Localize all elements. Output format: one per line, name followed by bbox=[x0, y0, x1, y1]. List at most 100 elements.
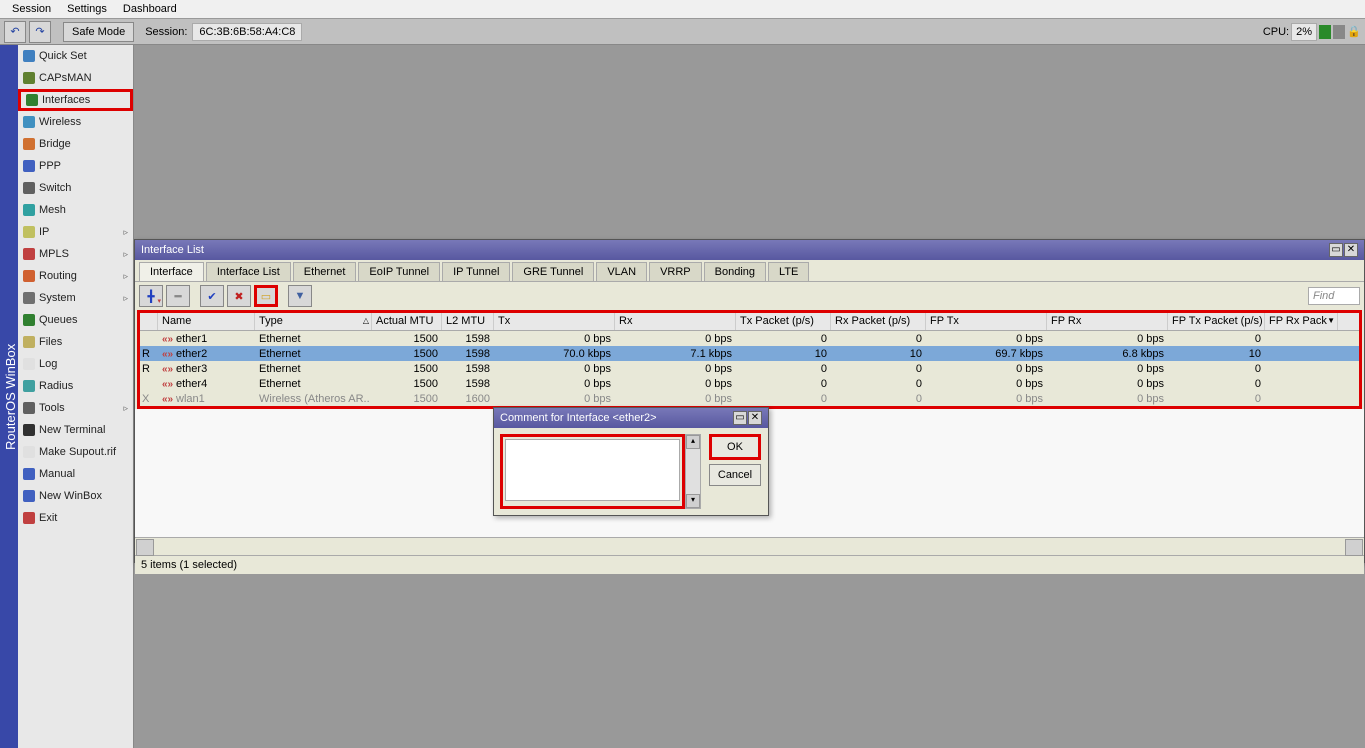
tab-vrrp[interactable]: VRRP bbox=[649, 262, 702, 281]
menu-settings[interactable]: Settings bbox=[59, 1, 115, 17]
filter-button[interactable]: ▼ bbox=[288, 285, 312, 307]
row-fptxp: 0 bbox=[1168, 333, 1265, 345]
disable-button[interactable]: ✖ bbox=[227, 285, 251, 307]
sidebar-item-label: MPLS bbox=[39, 248, 69, 260]
tab-lte[interactable]: LTE bbox=[768, 262, 809, 281]
add-button[interactable]: ╋▾ bbox=[139, 285, 163, 307]
sidebar-item-label: PPP bbox=[39, 160, 61, 172]
comment-button[interactable]: ▭ bbox=[254, 285, 278, 307]
sidebar-item-mpls[interactable]: MPLS ▹ bbox=[18, 243, 133, 265]
remove-button[interactable]: ━ bbox=[166, 285, 190, 307]
window-close-button[interactable]: ✕ bbox=[1344, 243, 1358, 257]
sidebar-item-quick-set[interactable]: Quick Set bbox=[18, 45, 133, 67]
tab-interface-list[interactable]: Interface List bbox=[206, 262, 291, 281]
col-type[interactable]: Type△ bbox=[255, 313, 372, 330]
row-fprx: 0 bps bbox=[1047, 393, 1168, 405]
sidebar-item-system[interactable]: System▹ bbox=[18, 287, 133, 309]
tab-gre-tunnel[interactable]: GRE Tunnel bbox=[512, 262, 594, 281]
row-fprx: 0 bps bbox=[1047, 378, 1168, 390]
textarea-scrollbar[interactable]: ▴▾ bbox=[685, 434, 701, 509]
col-fptxp[interactable]: FP Tx Packet (p/s) bbox=[1168, 313, 1265, 330]
scroll-down-icon[interactable]: ▾ bbox=[686, 494, 700, 508]
undo-button[interactable]: ↶ bbox=[4, 21, 26, 43]
sidebar-item-exit[interactable]: Exit bbox=[18, 507, 133, 529]
sidebar-item-log[interactable]: Log bbox=[18, 353, 133, 375]
col-fprx[interactable]: FP Rx bbox=[1047, 313, 1168, 330]
table-row[interactable]: X«»wlan1Wireless (Atheros AR..150016000 … bbox=[140, 391, 1359, 406]
row-fptx: 0 bps bbox=[926, 363, 1047, 375]
table-row[interactable]: «»ether1Ethernet150015980 bps0 bps000 bp… bbox=[140, 331, 1359, 346]
sidebar-icon bbox=[23, 380, 35, 392]
dialog-minimize-button[interactable]: ▭ bbox=[733, 411, 747, 425]
safemode-button[interactable]: Safe Mode bbox=[63, 22, 134, 42]
col-fptx[interactable]: FP Tx bbox=[926, 313, 1047, 330]
sidebar-item-tools[interactable]: Tools▹ bbox=[18, 397, 133, 419]
interface-icon: «» bbox=[162, 349, 176, 360]
comment-textarea[interactable] bbox=[505, 439, 680, 501]
menu-dashboard[interactable]: Dashboard bbox=[115, 1, 185, 17]
tab-ethernet[interactable]: Ethernet bbox=[293, 262, 357, 281]
row-rxp: 10 bbox=[831, 348, 926, 360]
row-rxp: 0 bbox=[831, 378, 926, 390]
sidebar-item-manual[interactable]: Manual bbox=[18, 463, 133, 485]
table-row[interactable]: R«»ether3Ethernet150015980 bps0 bps000 b… bbox=[140, 361, 1359, 376]
sidebar-item-make-supout-rif[interactable]: Make Supout.rif bbox=[18, 441, 133, 463]
col-fprxp[interactable]: FP Rx Pack▼ bbox=[1265, 313, 1338, 330]
sidebar-item-ip[interactable]: IP▹ bbox=[18, 221, 133, 243]
sidebar-item-label: Manual bbox=[39, 468, 75, 480]
tab-vlan[interactable]: VLAN bbox=[596, 262, 647, 281]
sidebar-item-queues[interactable]: Queues bbox=[18, 309, 133, 331]
enable-button[interactable]: ✔ bbox=[200, 285, 224, 307]
dialog-titlebar[interactable]: Comment for Interface <ether2> ▭ ✕ bbox=[494, 408, 768, 428]
col-name[interactable]: Name bbox=[158, 313, 255, 330]
sidebar-item-mesh[interactable]: Mesh bbox=[18, 199, 133, 221]
find-input[interactable]: Find bbox=[1308, 287, 1360, 305]
tab-eoip-tunnel[interactable]: EoIP Tunnel bbox=[358, 262, 440, 281]
window-titlebar[interactable]: Interface List ▭ ✕ bbox=[135, 240, 1364, 260]
tab-interface[interactable]: Interface bbox=[139, 262, 204, 281]
sidebar-item-capsman[interactable]: CAPsMAN bbox=[18, 67, 133, 89]
ok-button[interactable]: OK bbox=[709, 434, 761, 460]
tab-ip-tunnel[interactable]: IP Tunnel bbox=[442, 262, 510, 281]
sidebar-item-new-terminal[interactable]: New Terminal bbox=[18, 419, 133, 441]
row-mtu: 1500 bbox=[372, 363, 442, 375]
sidebar-item-bridge[interactable]: Bridge bbox=[18, 133, 133, 155]
menubar: Session Settings Dashboard bbox=[0, 0, 1365, 19]
col-mtu[interactable]: Actual MTU bbox=[372, 313, 442, 330]
sidebar-item-ppp[interactable]: PPP bbox=[18, 155, 133, 177]
col-tx[interactable]: Tx bbox=[494, 313, 615, 330]
sidebar-item-interfaces[interactable]: Interfaces bbox=[18, 89, 133, 111]
scroll-up-icon[interactable]: ▴ bbox=[686, 435, 700, 449]
redo-button[interactable]: ↷ bbox=[29, 21, 51, 43]
sidebar-item-switch[interactable]: Switch bbox=[18, 177, 133, 199]
cancel-button[interactable]: Cancel bbox=[709, 464, 761, 486]
table-header: Name Type△ Actual MTU L2 MTU Tx Rx Tx Pa… bbox=[140, 313, 1359, 331]
chevron-right-icon: ▹ bbox=[123, 249, 128, 260]
chevron-right-icon: ▹ bbox=[123, 227, 128, 238]
horizontal-scrollbar[interactable] bbox=[135, 537, 1364, 555]
row-l2mtu: 1598 bbox=[442, 348, 494, 360]
table-row[interactable]: R«»ether2Ethernet1500159870.0 kbps7.1 kb… bbox=[140, 346, 1359, 361]
row-txp: 0 bbox=[736, 378, 831, 390]
row-txp: 0 bbox=[736, 363, 831, 375]
row-mtu: 1500 bbox=[372, 378, 442, 390]
row-fptxp: 10 bbox=[1168, 348, 1265, 360]
sidebar-item-routing[interactable]: Routing▹ bbox=[18, 265, 133, 287]
row-rx: 0 bps bbox=[615, 378, 736, 390]
col-txp[interactable]: Tx Packet (p/s) bbox=[736, 313, 831, 330]
dialog-close-button[interactable]: ✕ bbox=[748, 411, 762, 425]
col-rx[interactable]: Rx bbox=[615, 313, 736, 330]
sidebar-item-wireless[interactable]: Wireless bbox=[18, 111, 133, 133]
sidebar-item-files[interactable]: Files bbox=[18, 331, 133, 353]
menu-session[interactable]: Session bbox=[4, 1, 59, 17]
row-name: «»ether2 bbox=[158, 348, 255, 360]
table-row[interactable]: «»ether4Ethernet150015980 bps0 bps000 bp… bbox=[140, 376, 1359, 391]
row-flag: R bbox=[140, 348, 158, 360]
sidebar-item-radius[interactable]: Radius bbox=[18, 375, 133, 397]
col-l2mtu[interactable]: L2 MTU bbox=[442, 313, 494, 330]
tab-bonding[interactable]: Bonding bbox=[704, 262, 766, 281]
window-minimize-button[interactable]: ▭ bbox=[1329, 243, 1343, 257]
col-rxp[interactable]: Rx Packet (p/s) bbox=[831, 313, 926, 330]
sidebar-item-new-winbox[interactable]: New WinBox bbox=[18, 485, 133, 507]
col-flag[interactable] bbox=[140, 313, 158, 330]
